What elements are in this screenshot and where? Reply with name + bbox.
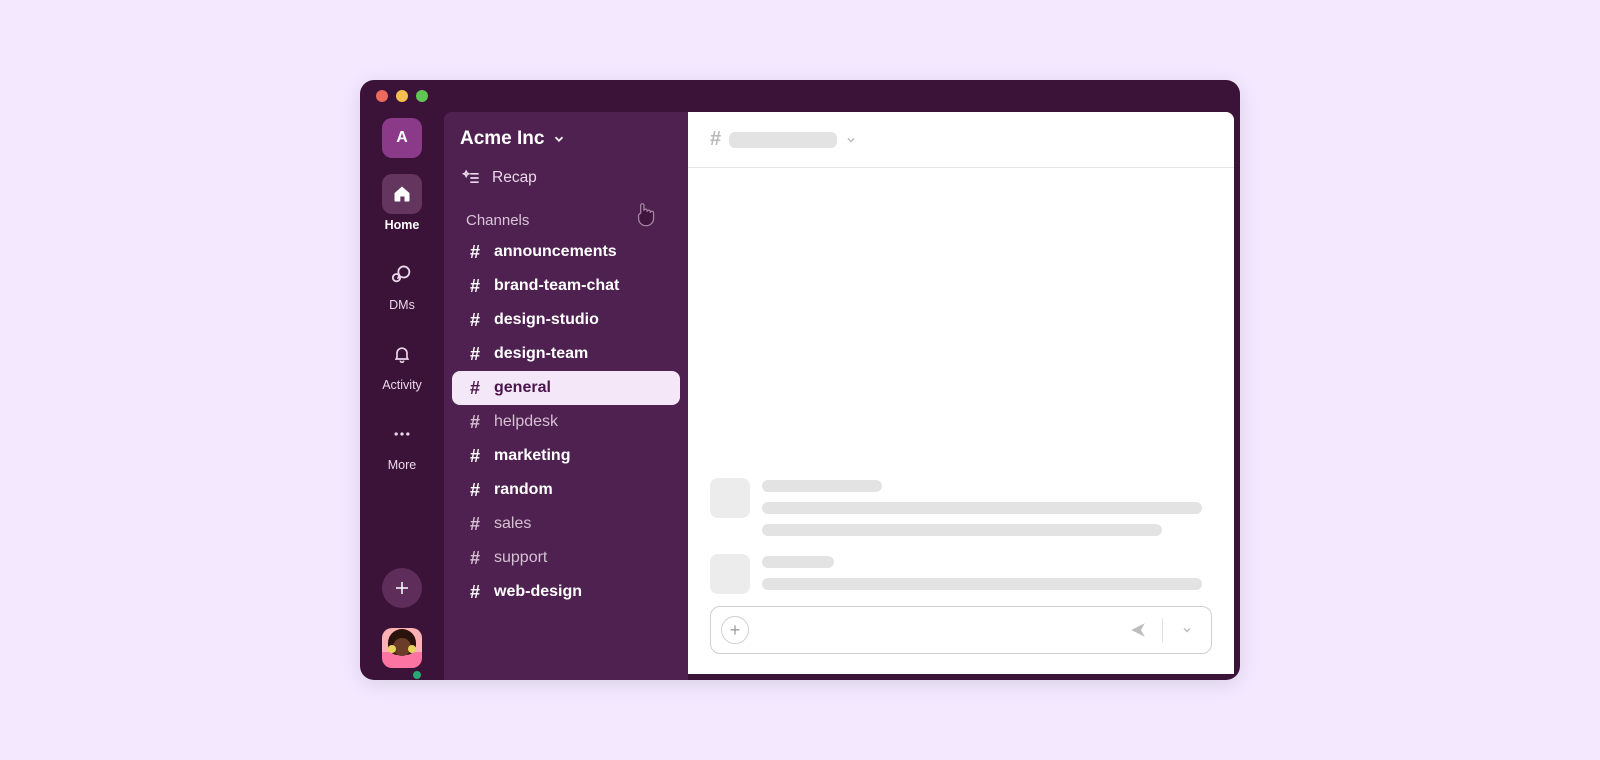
compose-button[interactable] (382, 568, 422, 608)
channel-sidebar: Acme Inc Recap Channels # announcements # b… (444, 112, 688, 680)
channel-header[interactable]: # (688, 112, 1234, 168)
message-skeleton (710, 554, 1212, 594)
rail-label-activity: Activity (382, 378, 422, 392)
window-titlebar (360, 80, 1240, 112)
rail-item-dms[interactable]: DMs (360, 248, 444, 318)
rail-label-more: More (388, 458, 416, 472)
window-zoom-button[interactable] (416, 90, 428, 102)
attach-button[interactable]: + (721, 616, 749, 644)
rail-item-more[interactable]: More (360, 408, 444, 478)
text-placeholder (762, 556, 834, 568)
channel-item-sales[interactable]: # sales (452, 507, 680, 541)
text-placeholder (762, 578, 1202, 590)
channel-item-design-team[interactable]: # design-team (452, 337, 680, 371)
home-icon (392, 184, 412, 204)
workspace-name: Acme Inc (460, 128, 544, 150)
channel-name: support (494, 545, 547, 571)
channel-item-random[interactable]: # random (452, 473, 680, 507)
rail-item-activity[interactable]: Activity (360, 328, 444, 398)
channel-item-brand-team-chat[interactable]: # brand-team-chat (452, 269, 680, 303)
message-list (688, 168, 1234, 606)
pointer-cursor-icon (632, 200, 658, 230)
send-icon (1129, 621, 1147, 639)
sidebar-label-recap: Recap (492, 169, 537, 187)
avatar-placeholder (710, 478, 750, 518)
presence-indicator (410, 668, 424, 680)
channel-item-helpdesk[interactable]: # helpdesk (452, 405, 680, 439)
window-close-button[interactable] (376, 90, 388, 102)
channel-name: web-design (494, 579, 582, 605)
hash-icon: # (466, 409, 484, 435)
avatar-placeholder (710, 554, 750, 594)
send-options-button[interactable] (1171, 614, 1203, 646)
nav-rail: A Home DMs Activity (360, 112, 444, 680)
bell-icon (392, 344, 412, 364)
channel-name: marketing (494, 443, 570, 469)
user-avatar[interactable] (382, 628, 422, 668)
text-placeholder (762, 524, 1162, 536)
channel-name: announcements (494, 239, 617, 265)
hash-icon: # (466, 545, 484, 571)
channel-name-placeholder (729, 132, 837, 148)
hash-icon: # (466, 579, 484, 605)
rail-item-home[interactable]: Home (360, 168, 444, 238)
plus-icon: + (730, 621, 741, 639)
channel-item-general[interactable]: # general (452, 371, 680, 405)
workspace-switcher[interactable]: Acme Inc (452, 122, 680, 162)
channel-item-marketing[interactable]: # marketing (452, 439, 680, 473)
chevron-down-icon (1181, 624, 1193, 636)
channel-list: # announcements # brand-team-chat # design-st… (452, 235, 680, 609)
channel-item-support[interactable]: # support (452, 541, 680, 575)
channel-name: random (494, 477, 553, 503)
channel-name: helpdesk (494, 409, 558, 435)
channel-name: general (494, 375, 551, 401)
channel-item-web-design[interactable]: # web-design (452, 575, 680, 609)
workspace-badge[interactable]: A (382, 118, 422, 158)
channel-name: brand-team-chat (494, 273, 619, 299)
message-composer[interactable]: + (710, 606, 1212, 654)
channels-section-label: Channels (466, 212, 529, 229)
dms-icon (391, 263, 413, 285)
more-icon (392, 424, 412, 444)
hash-icon: # (466, 341, 484, 367)
chevron-down-icon (845, 134, 857, 146)
channel-name: sales (494, 511, 531, 537)
channel-name: design-team (494, 341, 588, 367)
channel-name: design-studio (494, 307, 599, 333)
hash-icon: # (710, 128, 721, 151)
hash-icon: # (466, 511, 484, 537)
chevron-down-icon (552, 132, 566, 146)
app-window: A Home DMs Activity (360, 80, 1240, 680)
send-button[interactable] (1122, 614, 1154, 646)
message-skeleton (710, 478, 1212, 536)
hash-icon: # (466, 239, 484, 265)
divider (1162, 618, 1163, 642)
plus-icon (393, 579, 411, 597)
hash-icon: # (466, 307, 484, 333)
hash-icon: # (466, 477, 484, 503)
sparkle-list-icon (462, 168, 482, 188)
hash-icon: # (466, 375, 484, 401)
channel-item-announcements[interactable]: # announcements (452, 235, 680, 269)
hash-icon: # (466, 443, 484, 469)
text-placeholder (762, 480, 882, 492)
channels-section-header[interactable]: Channels (452, 194, 680, 235)
sidebar-item-recap[interactable]: Recap (452, 162, 680, 194)
channel-item-design-studio[interactable]: # design-studio (452, 303, 680, 337)
hash-icon: # (466, 273, 484, 299)
rail-label-home: Home (385, 218, 420, 232)
window-minimize-button[interactable] (396, 90, 408, 102)
text-placeholder (762, 502, 1202, 514)
conversation-pane: # (688, 112, 1234, 674)
rail-label-dms: DMs (389, 298, 415, 312)
